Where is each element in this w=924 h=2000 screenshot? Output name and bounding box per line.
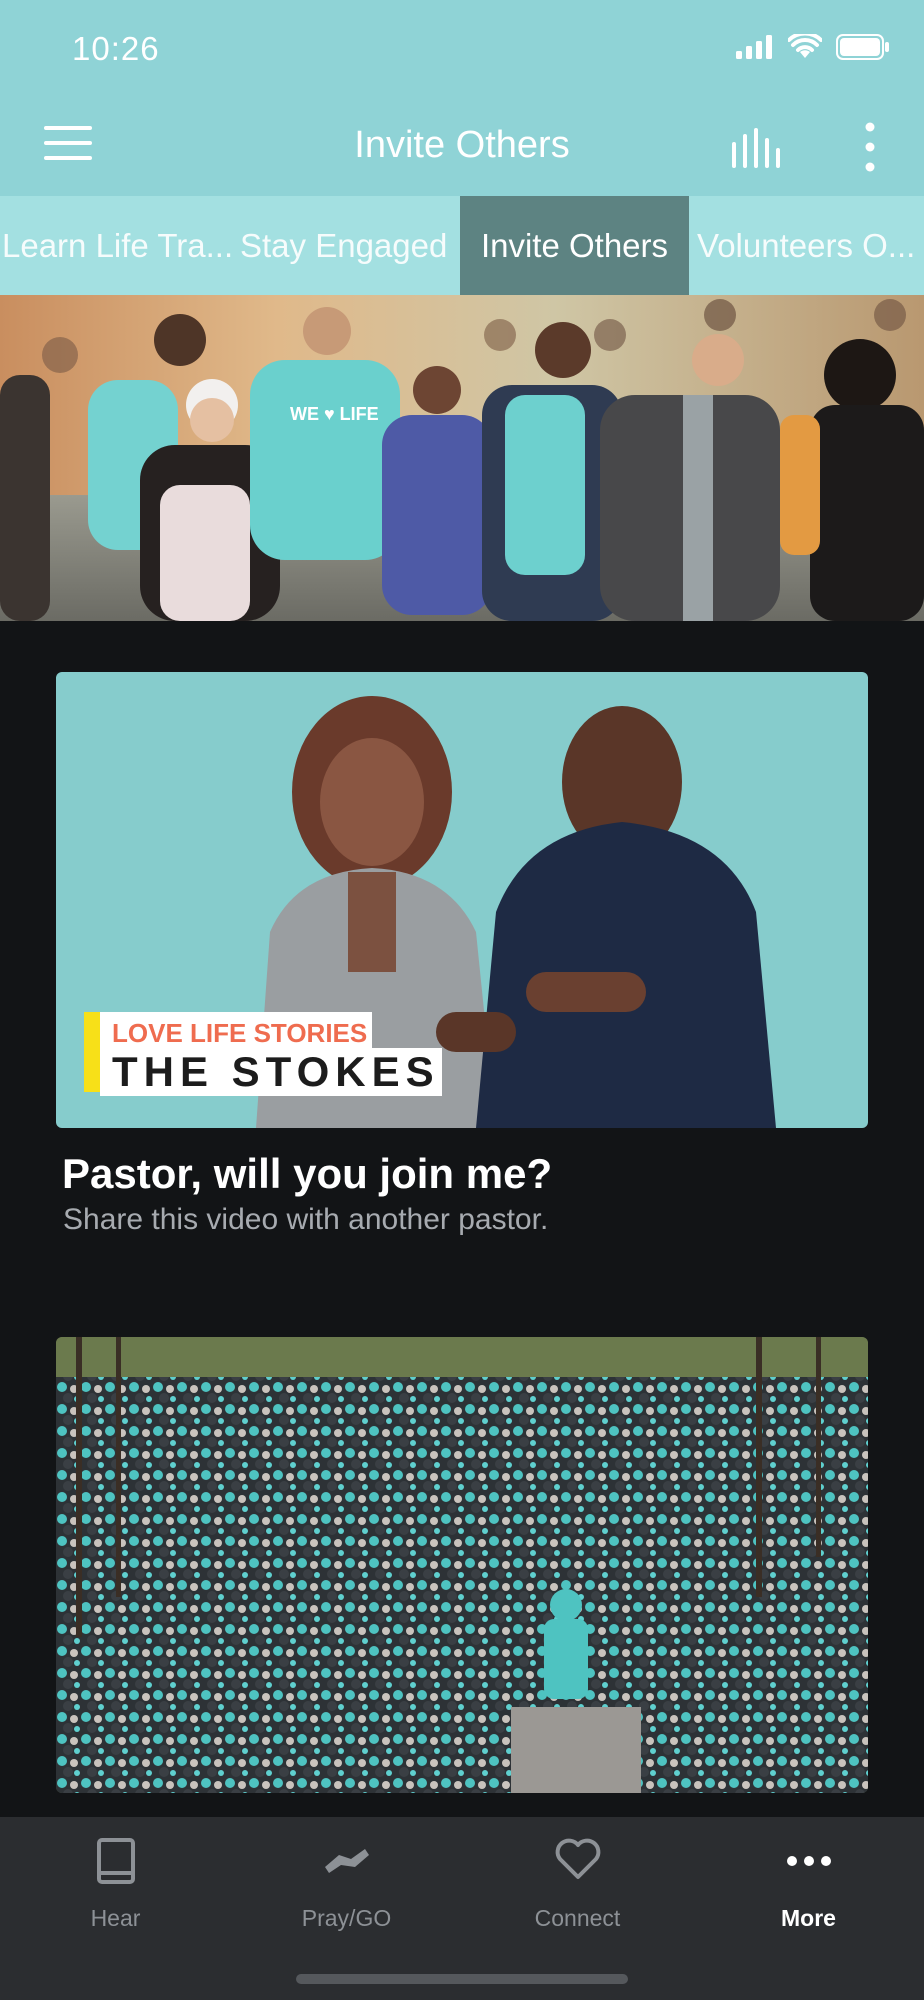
shirt-print: WE ♥ LIFE xyxy=(290,404,379,424)
tab-learn-life[interactable]: Learn Life Tra... xyxy=(2,196,233,295)
tab-volunteers[interactable]: Volunteers O... xyxy=(697,196,915,295)
nav-label-hear: Hear xyxy=(90,1905,141,1931)
video-thumbnail[interactable]: LOVE LIFE STORIES THE STOKES xyxy=(56,672,868,1128)
battery-icon xyxy=(836,34,889,60)
nav-connect[interactable]: Connect xyxy=(462,1817,693,1977)
status-icons xyxy=(736,34,890,60)
nav-label-pray-go: Pray/GO xyxy=(301,1905,392,1931)
thumbnail-kicker: LOVE LIFE STORIES xyxy=(112,1018,367,1048)
nav-pray-go[interactable]: Pray/GO xyxy=(231,1817,462,1977)
nav-label-more: More xyxy=(781,1905,836,1931)
video-thumbnail-2[interactable] xyxy=(56,1337,868,1793)
card-subtitle: Share this video with another pastor. xyxy=(63,1203,549,1236)
hero-photo: WE ♥ LIFE xyxy=(0,295,924,621)
tab-bar: Learn Life Tra... Stay Engaged Invite Ot… xyxy=(0,196,924,295)
page-title: Invite Others xyxy=(354,124,570,166)
bar-chart-icon[interactable] xyxy=(730,128,784,168)
app-header: 10:26 Invite Others xyxy=(0,0,924,196)
status-time: 10:26 xyxy=(72,30,160,67)
tab-invite-others[interactable]: Invite Others xyxy=(460,196,689,295)
cellular-signal-icon xyxy=(736,35,772,59)
screen: 10:26 Invite Others Learn Life Tra... St… xyxy=(0,0,924,2000)
tab-stay-engaged[interactable]: Stay Engaged xyxy=(240,196,447,295)
book-icon xyxy=(96,1838,135,1884)
more-vertical-icon[interactable] xyxy=(860,122,880,172)
home-indicator xyxy=(296,1974,628,1984)
nav-label-connect: Connect xyxy=(534,1905,621,1931)
bottom-nav: Hear Pray/GO Connect More xyxy=(0,1817,924,2000)
handshake-icon xyxy=(324,1849,369,1873)
crowd-aerial-image xyxy=(56,1337,868,1793)
heart-icon xyxy=(555,1838,600,1879)
nav-more[interactable]: More xyxy=(693,1817,924,1977)
more-horizontal-icon xyxy=(786,1856,831,1866)
nav-hear[interactable]: Hear xyxy=(0,1817,231,1977)
wifi-icon xyxy=(788,34,822,58)
video-thumbnail-image: LOVE LIFE STORIES THE STOKES xyxy=(56,672,868,1128)
hero-image: WE ♥ LIFE xyxy=(0,295,924,621)
card-title[interactable]: Pastor, will you join me? xyxy=(62,1150,552,1198)
thumbnail-title: THE STOKES xyxy=(112,1048,440,1095)
